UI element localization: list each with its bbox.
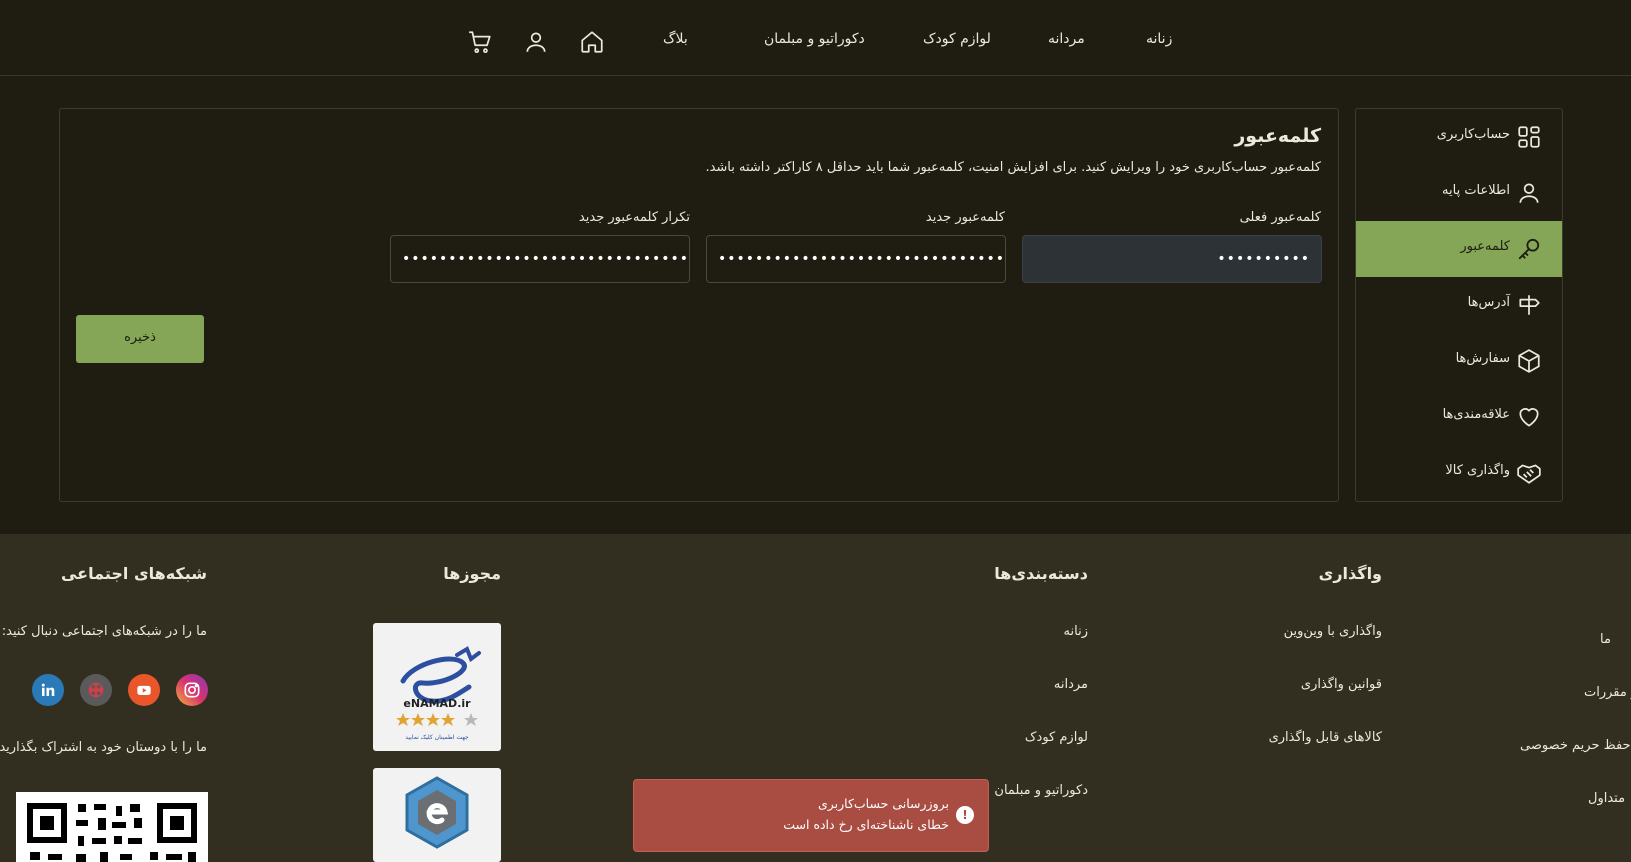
instagram-icon[interactable] xyxy=(176,674,208,706)
repeat-password-label: تکرار کلمه‌عبور جدید xyxy=(578,210,690,225)
error-icon: ! xyxy=(956,806,974,824)
password-panel: کلمه‌عبور کلمه‌عبور حساب‌کاربری خود را و… xyxy=(59,108,1339,502)
grid-icon xyxy=(1516,124,1542,150)
new-password-field[interactable]: ••••••••••••••••••••••••••••••••••••••••… xyxy=(706,235,1006,283)
current-password-field[interactable]: •••••••••• xyxy=(1022,235,1322,283)
toast-message: خطای ناشناخته‌ای رخ داده است xyxy=(783,817,949,832)
current-password-label: کلمه‌عبور فعلی xyxy=(1239,210,1321,225)
sidebar-item-label: حساب‌کاربری xyxy=(1436,127,1510,142)
footer-link-privacy[interactable]: حفظ حریم خصوصی xyxy=(1520,738,1631,753)
user-icon[interactable] xyxy=(523,29,549,55)
box-icon xyxy=(1516,348,1542,374)
nav-link-decor[interactable]: دکوراتیو و مبلمان xyxy=(764,31,865,47)
footer-link-terms[interactable]: و مقررات xyxy=(1584,685,1631,700)
user-icon xyxy=(1516,180,1542,206)
page-title: کلمه‌عبور xyxy=(1234,125,1321,147)
sidebar-item-label: آدرس‌ها xyxy=(1467,295,1510,310)
footer-link-kids[interactable]: لوازم کودک xyxy=(1025,730,1088,745)
nav-link-kids[interactable]: لوازم کودک xyxy=(923,31,991,47)
account-sidebar: حساب‌کاربری اطلاعات پایه کلمه‌عبور آدرس‌… xyxy=(1355,108,1563,502)
sidebar-item-account[interactable]: حساب‌کاربری xyxy=(1356,109,1562,165)
cart-icon[interactable] xyxy=(467,29,493,55)
sidebar-item-handover[interactable]: واگذاری کالا xyxy=(1356,445,1562,501)
footer-link-women[interactable]: زنانه xyxy=(1064,624,1088,639)
page-description: کلمه‌عبور حساب‌کاربری خود را ویرایش کنید… xyxy=(705,160,1321,175)
footer-link-handover-winwin[interactable]: واگذاری با وین‌وین xyxy=(1284,624,1382,639)
footer-link-about[interactable]: ما xyxy=(1600,632,1611,647)
handshake-icon xyxy=(1516,460,1542,486)
signpost-icon xyxy=(1516,292,1542,318)
footer-heading-categories: دسته‌بندی‌ها xyxy=(994,564,1088,583)
new-password-label: کلمه‌عبور جدید xyxy=(925,210,1005,225)
footer-heading-social: شبکه‌های اجتماعی xyxy=(60,564,207,583)
nav-link-men[interactable]: مردانه xyxy=(1048,31,1085,47)
key-icon xyxy=(1516,236,1542,262)
sidebar-item-basic-info[interactable]: اطلاعات پایه xyxy=(1356,165,1562,221)
footer-link-decor[interactable]: دکوراتیو و مبلمان xyxy=(994,783,1088,798)
enamad-caption: جهت اطمینان کلیک نمایید xyxy=(405,734,469,741)
footer-link-faq[interactable]: متداول xyxy=(1588,791,1625,806)
nav-link-blog[interactable]: بلاگ xyxy=(663,31,688,47)
social-share-text: ما را با دوستان خود به اشتراک بگذارید xyxy=(0,740,207,755)
aparat-icon[interactable] xyxy=(80,674,112,706)
youtube-icon[interactable] xyxy=(128,674,160,706)
sidebar-item-label: علاقه‌مندی‌ها xyxy=(1442,407,1510,422)
sidebar-item-label: اطلاعات پایه xyxy=(1442,183,1510,198)
enamad-badge[interactable]: eNAMAD.ir جهت اطمینان کلیک نمایید xyxy=(373,623,501,751)
sidebar-item-label: کلمه‌عبور xyxy=(1460,239,1510,254)
sidebar-item-password[interactable]: کلمه‌عبور xyxy=(1356,221,1562,277)
error-toast[interactable]: ! بروزرسانی حساب‌کاربری خطای ناشناخته‌ای… xyxy=(633,779,989,852)
repeat-password-field[interactable]: ••••••••••••••••••••••••••••••••••••••••… xyxy=(390,235,690,283)
sidebar-item-addresses[interactable]: آدرس‌ها xyxy=(1356,277,1562,333)
nav-link-women[interactable]: زنانه xyxy=(1146,31,1172,47)
footer-link-handover-rules[interactable]: قوانین واگذاری xyxy=(1301,677,1382,692)
footer-heading-licenses: مجوزها xyxy=(443,564,501,583)
toast-title: بروزرسانی حساب‌کاربری xyxy=(817,796,949,811)
footer-link-men[interactable]: مردانه xyxy=(1054,677,1088,692)
heart-icon xyxy=(1516,404,1542,430)
home-icon[interactable] xyxy=(579,29,605,55)
sidebar-item-favorites[interactable]: علاقه‌مندی‌ها xyxy=(1356,389,1562,445)
top-navbar: زنانه مردانه لوازم کودک دکوراتیو و مبلما… xyxy=(0,0,1631,76)
social-follow-text: ما را در شبکه‌های اجتماعی دنبال کنید: xyxy=(1,624,207,639)
enamad-label: eNAMAD.ir xyxy=(403,697,471,710)
save-button[interactable]: ذخیره xyxy=(76,315,204,363)
footer-heading-handover: واگذاری xyxy=(1318,564,1382,583)
qr-code xyxy=(16,792,208,862)
sidebar-item-orders[interactable]: سفارش‌ها xyxy=(1356,333,1562,389)
linkedin-icon[interactable] xyxy=(32,674,64,706)
sidebar-item-label: واگذاری کالا xyxy=(1445,463,1510,478)
samandehi-badge[interactable] xyxy=(373,768,501,862)
footer-link-handover-items[interactable]: کالاهای قابل واگذاری xyxy=(1269,730,1382,745)
sidebar-item-label: سفارش‌ها xyxy=(1455,351,1510,366)
